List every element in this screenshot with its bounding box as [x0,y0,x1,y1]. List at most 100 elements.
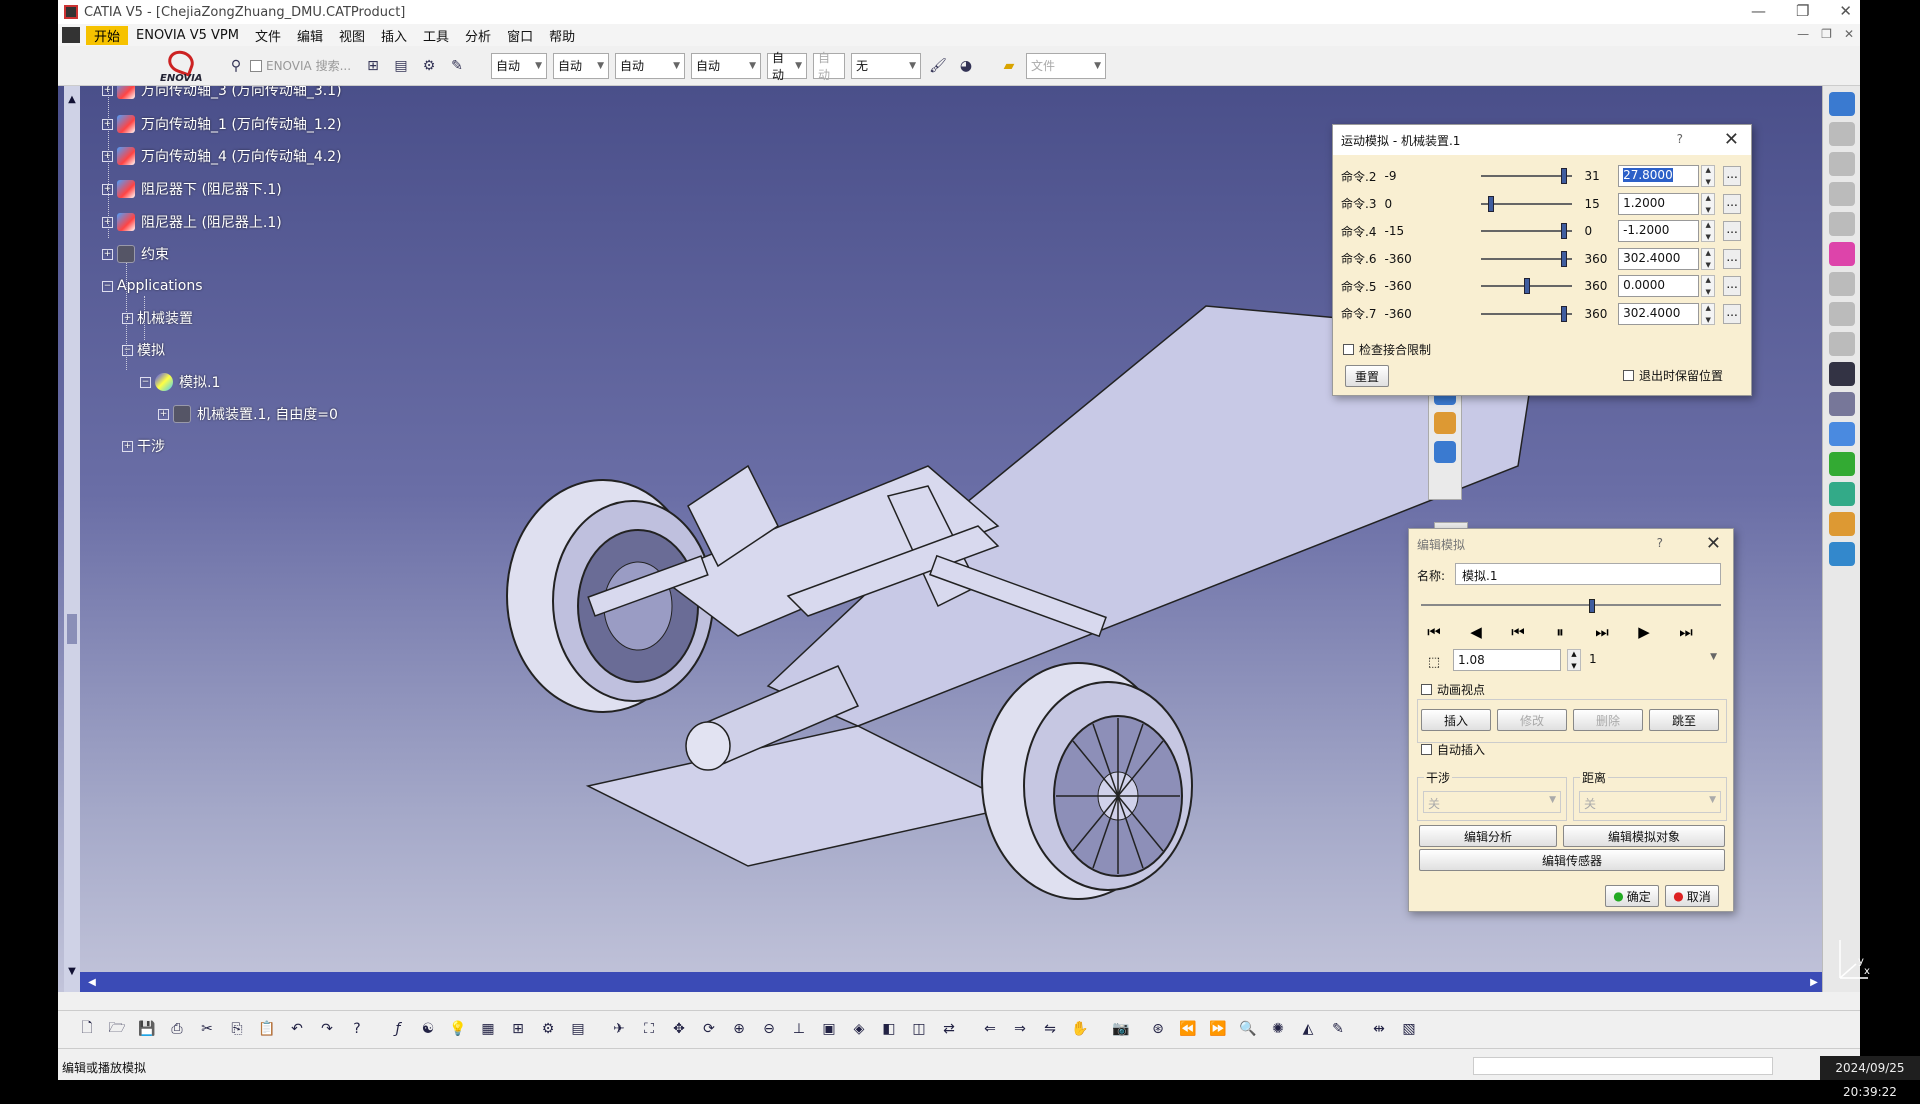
spin-up-icon[interactable]: ▲ [1571,650,1576,658]
spin-down-icon[interactable]: ▼ [1706,316,1711,324]
part-icon[interactable] [1828,182,1855,206]
speed-combo[interactable]: 1 ▼ [1585,649,1721,671]
combo-file[interactable]: 文件 ▼ [1026,52,1107,79]
name-input[interactable]: 模拟.1 [1455,563,1721,585]
close-icon[interactable]: ✕ [1724,129,1739,150]
menu-start[interactable]: 开始 [86,25,129,45]
slider-knob[interactable] [1560,305,1567,322]
modify-button[interactable]: 修改 [1497,709,1567,731]
interference-combo[interactable]: 关 ▼ [1423,791,1561,813]
cut-icon[interactable]: ✂ [195,1017,219,1041]
insert-button[interactable]: 插入 [1421,709,1491,731]
combo-auto-4[interactable]: 自动 ▼ [691,52,762,79]
expand-icon[interactable]: + [102,150,113,162]
spin-down-icon[interactable]: ▼ [1706,261,1711,269]
timeline-knob[interactable] [1588,599,1595,613]
collapse-icon[interactable]: − [122,344,133,356]
hide-show-icon[interactable]: ◫ [907,1017,931,1041]
expand-icon[interactable]: + [102,216,113,228]
horizontal-scrollbar[interactable]: ◀ ▶ [80,972,1828,992]
collapse-icon[interactable]: − [102,280,113,292]
distance-combo[interactable]: 关 ▼ [1579,791,1721,813]
delete-button[interactable]: 删除 [1573,709,1643,731]
checkbox[interactable] [1343,344,1354,355]
expand-icon[interactable]: + [122,440,133,452]
command-spinner[interactable]: ▲ ▼ [1701,302,1716,325]
normal-view-icon[interactable]: ⊥ [787,1017,811,1041]
tree-node-simulations[interactable]: − 模拟 [122,340,165,360]
menu-tools[interactable]: 工具 [415,26,457,45]
snap-icon[interactable] [1828,302,1855,326]
whats-this-icon[interactable]: ? [345,1017,369,1041]
command-spinner[interactable]: ▲ ▼ [1701,220,1716,242]
tree-node-interference[interactable]: + 干涉 [122,436,165,456]
swept-volume-icon[interactable] [1828,512,1855,536]
clash-icon[interactable] [1828,422,1855,446]
new-file-icon[interactable]: 🗋 [75,1017,99,1041]
knowledge-icon[interactable]: ☯ [416,1017,440,1041]
menu-file[interactable]: 文件 [247,26,289,45]
move-icon[interactable] [1828,272,1855,296]
multi-view-icon[interactable]: ▣ [817,1017,841,1041]
constraint-icon[interactable] [1828,332,1855,356]
section-icon[interactable] [1828,452,1855,476]
tree-node-shaft-4[interactable]: + 万向传动轴_4 (万向传动轴_4.2) [102,146,342,166]
trace-icon[interactable] [1828,542,1855,566]
color-palette-icon[interactable]: ◕ [955,55,977,77]
close-icon[interactable]: ✕ [1706,533,1721,554]
previous-icon[interactable]: ⇐ [978,1017,1002,1041]
fly-mode-icon[interactable]: ✈ [607,1017,631,1041]
animate-viewpoint[interactable]: 动画视点 [1421,681,1485,698]
select-arrow-icon[interactable] [1828,362,1855,386]
table-icon[interactable]: ▦ [476,1017,500,1041]
spin-up-icon[interactable]: ▲ [1706,249,1711,257]
doc-restore-icon[interactable]: ❐ [1821,27,1832,41]
jump-to-button[interactable]: 跳至 [1649,709,1719,731]
undo-icon[interactable]: ↶ [285,1017,309,1041]
expand-icon[interactable]: + [102,248,113,260]
pencil-icon[interactable]: ✎ [446,55,468,77]
spin-down-icon[interactable]: ▼ [1706,178,1711,186]
folder-open-icon[interactable]: ▰ [998,55,1020,77]
tree-node-simulation-1[interactable]: − 模拟.1 [140,372,220,392]
command-spinner[interactable]: ▲ ▼ [1701,165,1716,187]
slider-knob[interactable] [1560,168,1567,184]
iso-view-icon[interactable]: ◈ [847,1017,871,1041]
spin-down-icon[interactable]: ▼ [1571,662,1576,670]
tree-node-shaft-1[interactable]: + 万向传动轴_1 (万向传动轴_1.2) [102,114,342,134]
expand-icon[interactable]: + [102,183,113,195]
pause-button[interactable]: ⏸ [1545,619,1575,645]
light-bulb-icon[interactable]: 💡 [446,1017,470,1041]
tree-node-damper-upper[interactable]: + 阻尼器上 (阻尼器上.1) [102,212,282,232]
command-more-button[interactable]: ... [1723,248,1741,269]
command-input[interactable] [1473,1057,1773,1075]
tree-node-damper-lower[interactable]: + 阻尼器下 (阻尼器下.1) [102,179,282,199]
spin-up-icon[interactable]: ▲ [1706,276,1711,284]
spin-up-icon[interactable]: ▲ [1706,166,1711,174]
menu-view[interactable]: 视图 [331,26,373,45]
checkbox[interactable] [1623,370,1634,381]
expand-icon[interactable]: + [122,312,133,324]
cancel-button[interactable]: ● 取消 [1665,885,1719,907]
spin-up-icon[interactable]: ▲ [1706,194,1711,202]
command-spinner[interactable]: ▲ ▼ [1701,275,1716,297]
open-file-icon[interactable]: 🗁 [105,1017,129,1041]
command-more-button[interactable]: ... [1723,166,1741,186]
command-value-input[interactable]: 1.2000 [1618,192,1700,215]
step-mode-icon[interactable]: ⬚ [1419,649,1449,675]
tree-node-shaft-3[interactable]: + 万向传动轴_3 (万向传动轴_3.1) [102,86,342,100]
combo-auto-5[interactable]: 自动 ▼ [767,51,808,82]
distance-icon[interactable] [1828,482,1855,506]
transfer-icon[interactable]: ⇋ [1038,1017,1062,1041]
edit-sim-objects-button[interactable]: 编辑模拟对象 [1563,825,1725,847]
slider-knob[interactable] [1560,250,1567,267]
combo-auto-dim[interactable]: 自动 [813,51,846,82]
step-value-input[interactable]: 1.08 [1453,649,1561,671]
jump-to-end-button[interactable]: ⏭ [1671,619,1701,645]
save-icon[interactable]: 💾 [135,1017,159,1041]
menu-analysis[interactable]: 分析 [457,26,499,45]
tree-node-constraints[interactable]: + 约束 [102,244,169,264]
scroll-thumb[interactable] [67,614,77,644]
fit-all-icon[interactable]: ⛶ [637,1017,661,1041]
slider-knob[interactable] [1560,223,1567,239]
